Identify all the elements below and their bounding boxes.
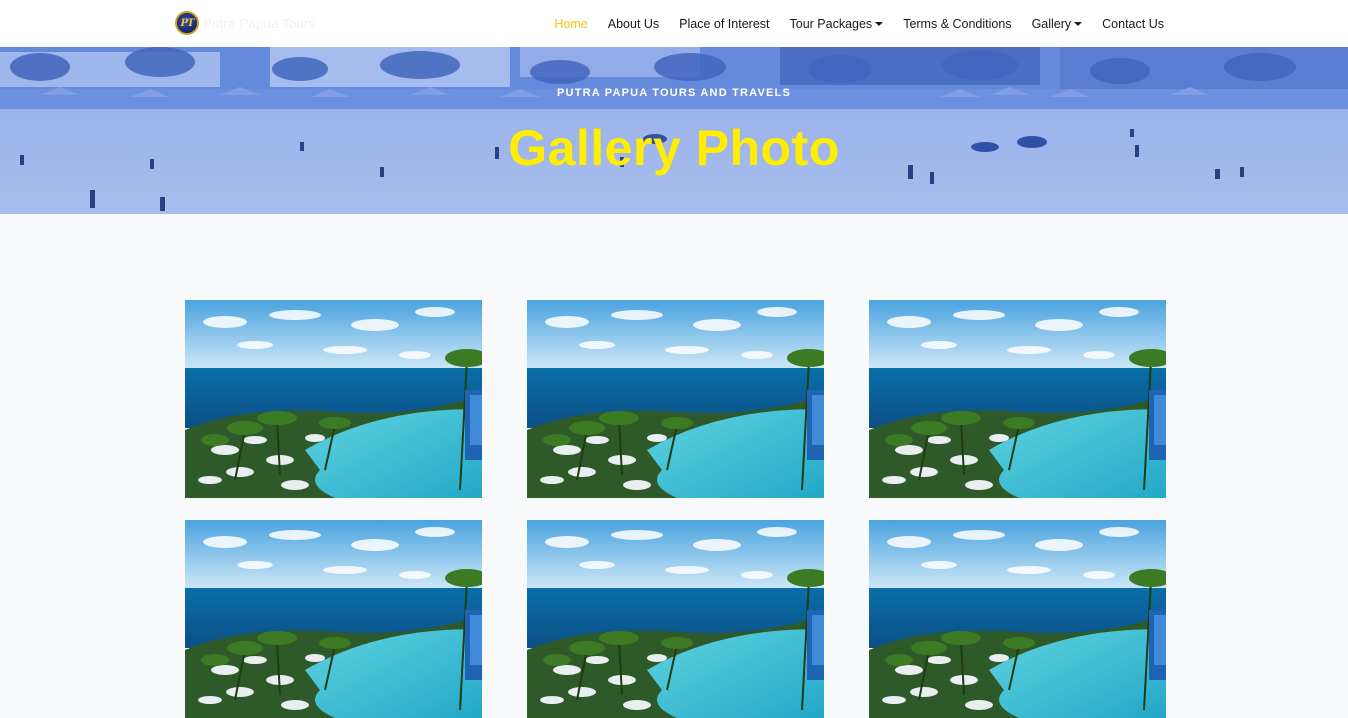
brand-name: Putra Papua Tours: [203, 15, 316, 31]
gallery-photo[interactable]: [185, 520, 482, 718]
hero-title: Gallery Photo: [508, 120, 840, 176]
gallery-photo[interactable]: [185, 300, 482, 498]
gallery-photo-image: [185, 520, 482, 718]
caret-down-icon: [875, 22, 884, 26]
brand-logo-monogram: PT: [180, 17, 195, 29]
nav-label: Place of Interest: [679, 16, 770, 31]
nav-item-place-of-interest[interactable]: Place of Interest: [679, 17, 769, 31]
hero-subtitle: PUTRA PAPUA TOURS AND TRAVELS: [556, 87, 792, 99]
gallery-photo-image: [185, 300, 482, 498]
nav-item-contact-us[interactable]: Contact Us: [1102, 17, 1164, 31]
caret-down-icon: [1074, 22, 1083, 26]
gallery-photo-image: [527, 300, 824, 498]
nav-item-tour-packages[interactable]: Tour Packages: [790, 17, 884, 31]
nav-label: About Us: [607, 16, 660, 31]
nav-label: Terms & Conditions: [903, 16, 1012, 31]
brand-link[interactable]: PT Putra Papua Tours: [175, 11, 316, 35]
nav-item-about-us[interactable]: About Us: [608, 17, 659, 31]
main-nav: Home About Us Place of Interest Tour Pac…: [534, 0, 1164, 47]
nav-item-home[interactable]: Home: [554, 17, 587, 31]
nav-label: Home: [554, 16, 588, 31]
gallery-photo[interactable]: [869, 300, 1166, 498]
hero-banner: PUTRA PAPUA TOURS AND TRAVELS Gallery Ph…: [0, 47, 1348, 214]
nav-label: Contact Us: [1102, 16, 1164, 31]
gallery-photo-image: [869, 520, 1166, 718]
gallery-photo[interactable]: [527, 520, 824, 718]
gallery-photo[interactable]: [527, 300, 824, 498]
nav-item-gallery[interactable]: Gallery: [1032, 17, 1083, 31]
nav-label: Tour Packages: [789, 16, 873, 31]
nav-item-terms-conditions[interactable]: Terms & Conditions: [903, 17, 1011, 31]
gallery-photo-image: [527, 520, 824, 718]
gallery-photo[interactable]: [869, 520, 1166, 718]
nav-label: Gallery: [1031, 16, 1072, 31]
brand-logo-icon: PT: [175, 11, 199, 35]
gallery-photo-image: [869, 300, 1166, 498]
top-navbar: PT Putra Papua Tours Home About Us Place…: [0, 0, 1348, 47]
